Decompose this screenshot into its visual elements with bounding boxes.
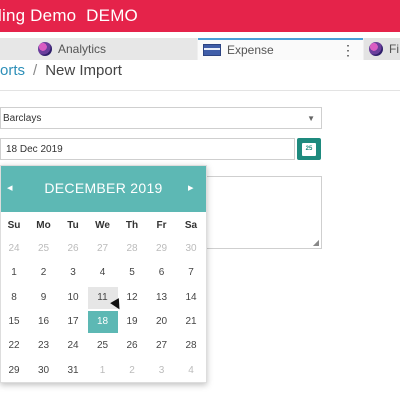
tab-label: Fi [389, 42, 399, 56]
date-picker: ◂ DECEMBER 2019 ▸ Su Mo Tu We Th Fr Sa 24 25 26 2… [0, 165, 207, 383]
calendar-day[interactable]: 29 [0, 360, 29, 382]
calendar-day[interactable]: 26 [117, 335, 147, 357]
calendar-day[interactable]: 7 [176, 262, 206, 284]
weekday-header: Su [7, 220, 21, 231]
weekday-header: Sa [184, 220, 198, 231]
calendar-day[interactable]: 15 [0, 311, 29, 333]
calendar-day[interactable]: 8 [0, 287, 29, 309]
calendar-day[interactable]: 20 [147, 311, 177, 333]
calendar-day[interactable]: 1 [88, 360, 118, 382]
calendar-day[interactable]: 21 [176, 311, 206, 333]
weekday-header: Tu [67, 220, 79, 231]
calendar-day[interactable]: 2 [117, 360, 147, 382]
calendar-day[interactable]: 24 [58, 335, 88, 357]
bank-account-value: Barclays [3, 113, 42, 124]
chevron-down-icon: ▼ [307, 114, 315, 123]
calendar-day[interactable]: 16 [29, 311, 59, 333]
calendar-day[interactable]: 18 [87, 310, 118, 333]
calendar-day[interactable]: 30 [29, 360, 59, 382]
calendar-day[interactable]: 3 [147, 360, 177, 382]
card-icon [203, 44, 221, 56]
calendar-day[interactable]: 19 [117, 311, 147, 333]
calendar-day[interactable]: 25 [88, 335, 118, 357]
calendar-icon: 25 [302, 142, 316, 156]
weekday-header: Th [125, 220, 139, 231]
calendar-button[interactable]: 25 [297, 138, 321, 160]
calendar-day[interactable]: 29 [147, 238, 177, 260]
calendar-day[interactable]: 27 [147, 335, 177, 357]
calendar-day[interactable]: 3 [58, 262, 88, 284]
tab-label: Expense [227, 43, 274, 57]
globe-icon [369, 42, 383, 56]
calendar-day[interactable]: 23 [29, 335, 59, 357]
tab-next[interactable]: Fi [364, 38, 400, 60]
calendar-day[interactable]: 25 [29, 238, 59, 260]
resize-grip-icon[interactable]: ◢ [313, 238, 319, 247]
breadcrumb-current: New Import [45, 62, 122, 79]
calendar-day[interactable]: 28 [117, 238, 147, 260]
calendar-day[interactable]: 2 [29, 262, 59, 284]
breadcrumb-parent-link[interactable]: orts [0, 62, 25, 79]
breadcrumb-separator: / [33, 62, 38, 79]
calendar-day[interactable]: 31 [58, 360, 88, 382]
top-bar: ling Demo DEMO [0, 0, 400, 32]
weekday-header: We [95, 220, 110, 231]
calendar-day[interactable]: 27 [88, 238, 118, 260]
calendar-day[interactable]: 13 [147, 287, 177, 309]
app-title: ling Demo DEMO [0, 6, 138, 25]
globe-icon [38, 42, 52, 56]
calendar-day[interactable]: 26 [58, 238, 88, 260]
calendar-day[interactable]: 4 [176, 360, 206, 382]
calendar-day[interactable]: 6 [147, 262, 177, 284]
calendar-day[interactable]: 9 [29, 287, 59, 309]
date-value: 18 Dec 2019 [6, 144, 63, 155]
calendar-day[interactable]: 4 [88, 262, 118, 284]
bank-account-select[interactable]: Barclays ▼ [0, 107, 322, 129]
calendar-day[interactable]: 24 [0, 238, 29, 260]
tab-analytics[interactable]: Analytics [0, 38, 197, 60]
weekday-header: Fr [156, 220, 167, 231]
calendar-day[interactable]: 14 [176, 287, 206, 309]
tab-expense[interactable]: Expense ⋮ [198, 38, 363, 60]
next-month-icon[interactable]: ▸ [188, 181, 194, 194]
divider [0, 90, 400, 91]
breadcrumb: orts / New Import [0, 62, 122, 86]
date-picker-header: ◂ DECEMBER 2019 ▸ [1, 166, 206, 212]
calendar-day[interactable]: 5 [117, 262, 147, 284]
calendar-day[interactable]: 10 [58, 287, 88, 309]
weekday-header: Mo [36, 220, 51, 231]
calendar-day[interactable]: 17 [58, 311, 88, 333]
tab-menu-icon[interactable]: ⋮ [341, 42, 355, 59]
date-picker-month[interactable]: DECEMBER 2019 [1, 180, 206, 196]
date-input[interactable]: 18 Dec 2019 [0, 138, 295, 160]
tab-bar: Analytics Expense ⋮ Fi [0, 38, 400, 60]
calendar-day[interactable]: 30 [176, 238, 206, 260]
calendar-day[interactable]: 1 [0, 262, 29, 284]
calendar-day[interactable]: 28 [176, 335, 206, 357]
tab-label: Analytics [58, 42, 107, 56]
calendar-day[interactable]: 22 [0, 335, 29, 357]
